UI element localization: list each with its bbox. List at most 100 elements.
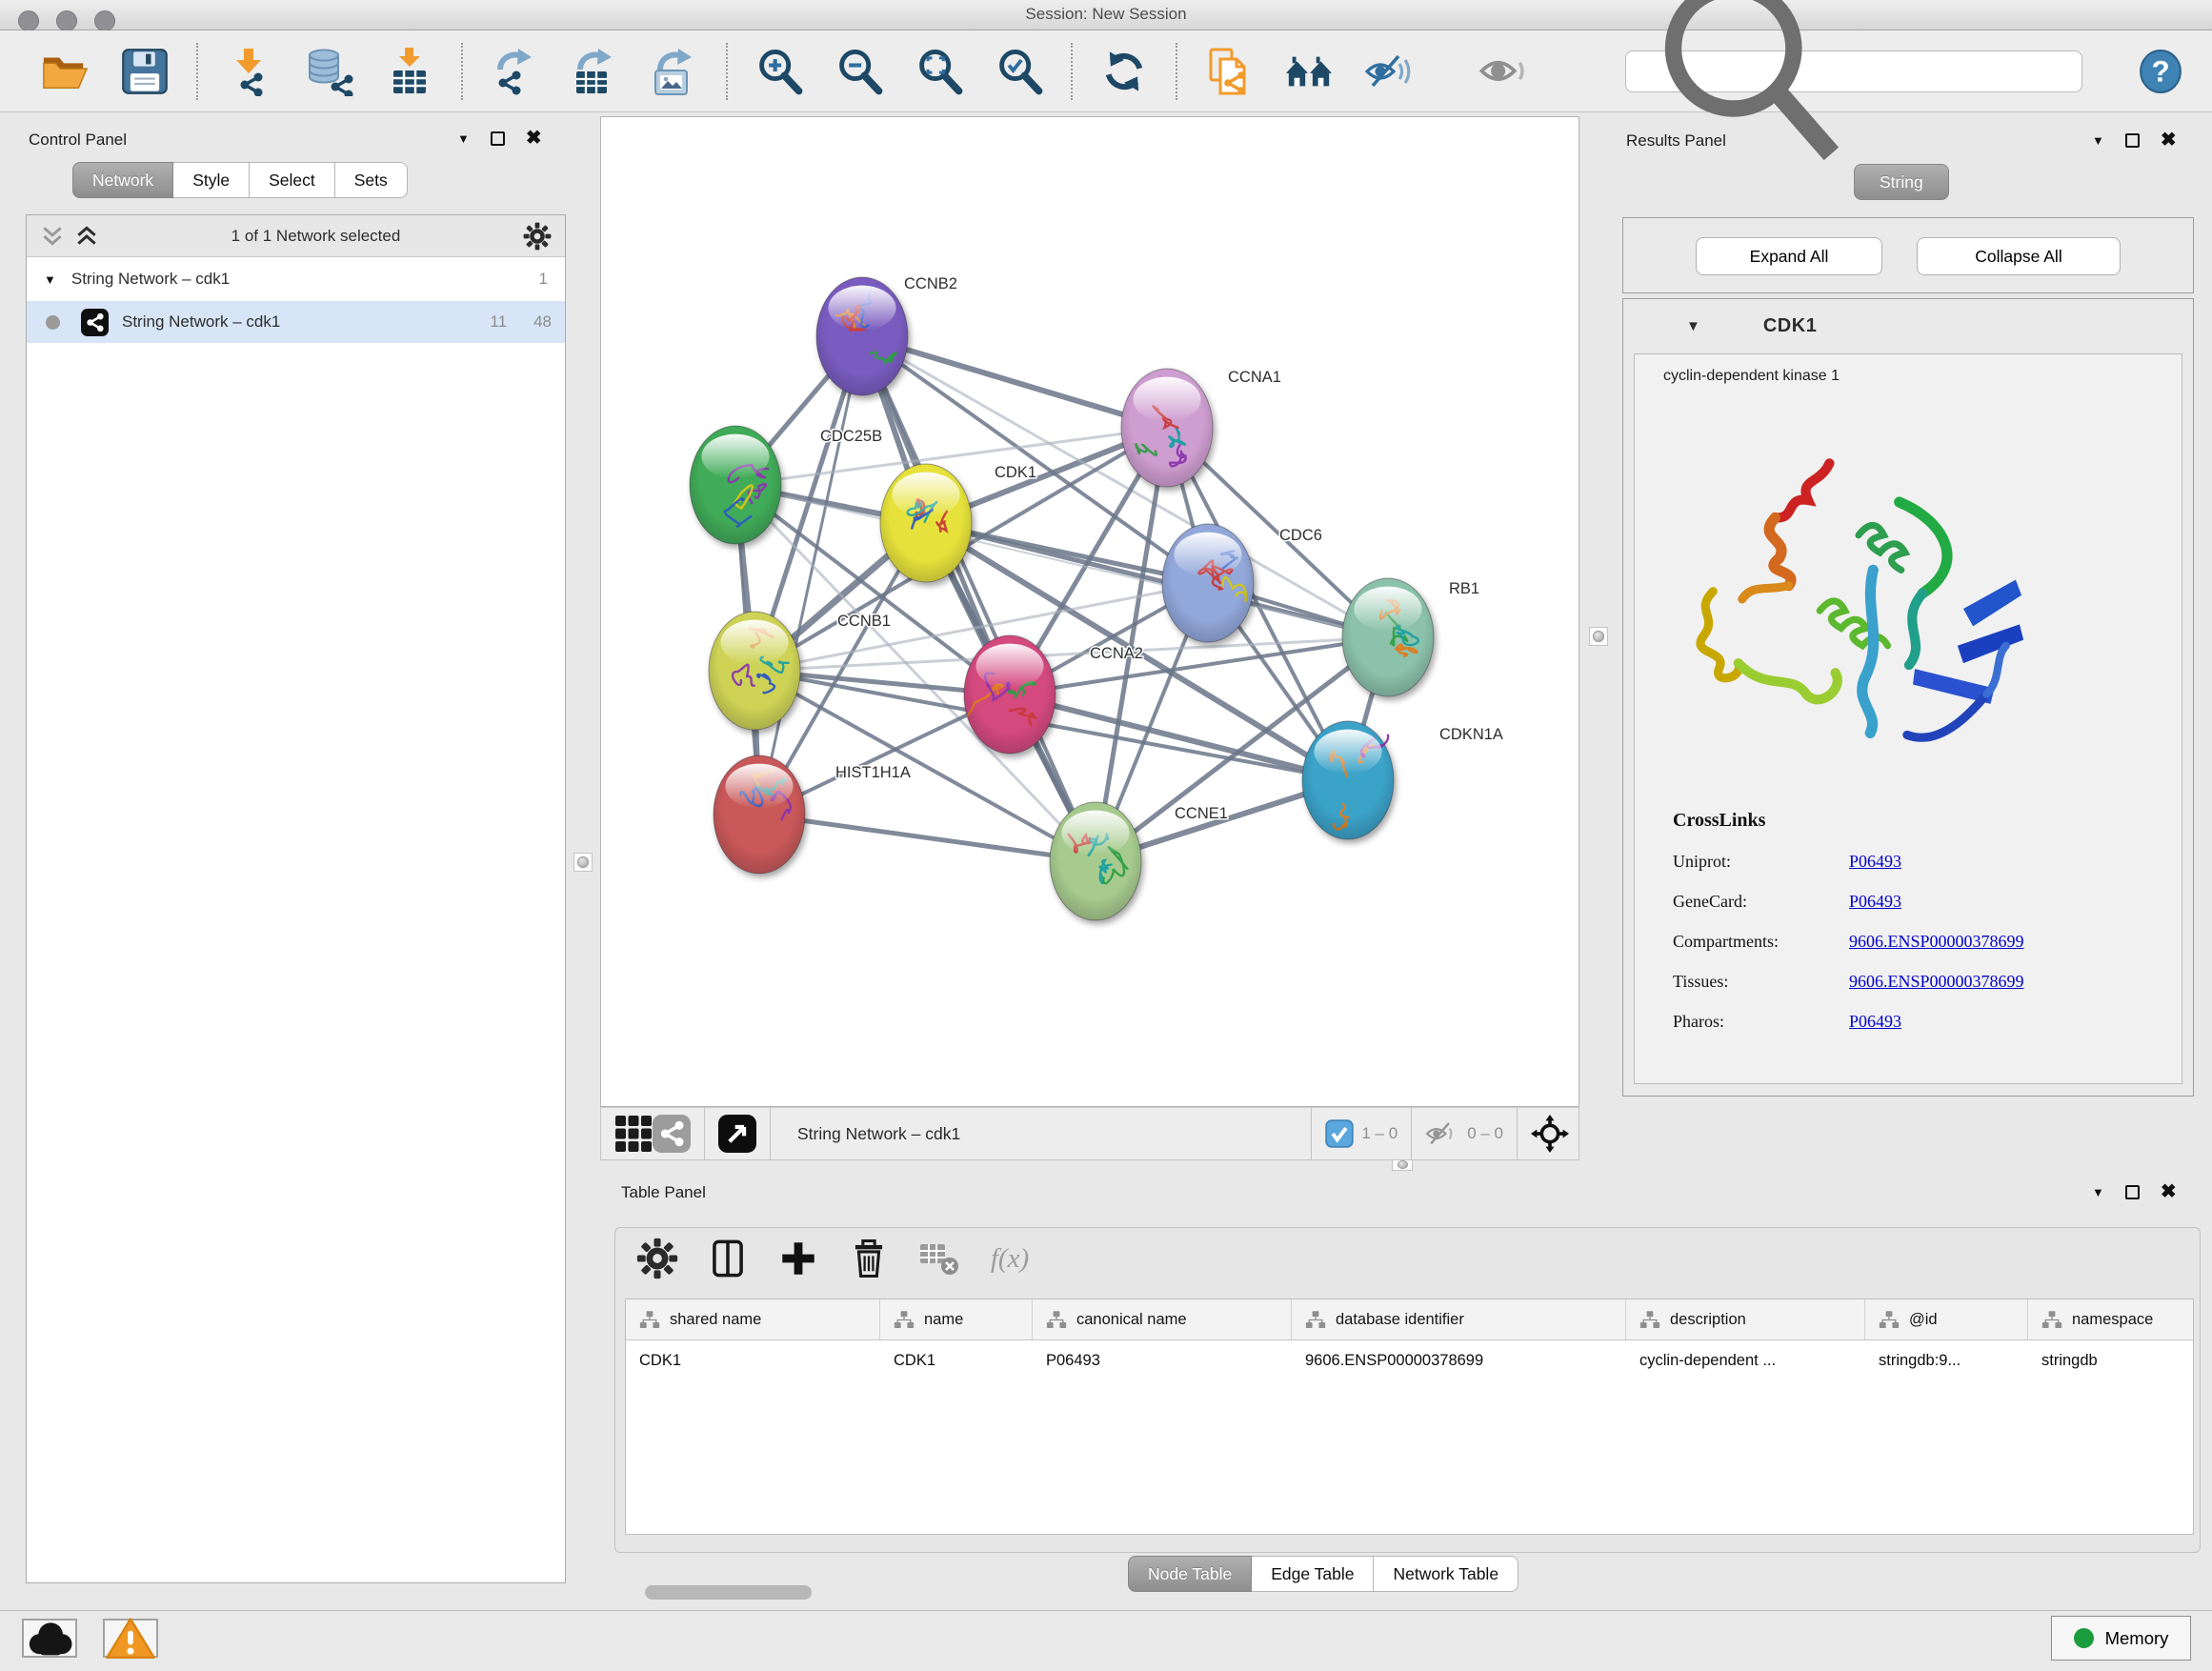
selected-checkbox-icon[interactable] — [1325, 1115, 1354, 1153]
expand-all-networks-icon[interactable] — [74, 224, 99, 249]
column-header-database-identifier[interactable]: database identifier — [1292, 1299, 1626, 1339]
hidden-eye-icon[interactable] — [1425, 1115, 1459, 1153]
network-edge-HIST1H1A-CCNE1[interactable] — [759, 815, 1096, 861]
show-columns-icon[interactable] — [707, 1238, 749, 1279]
import-database-button[interactable] — [303, 45, 356, 98]
network-collection-row[interactable]: ▼ String Network – cdk1 1 — [27, 257, 565, 301]
network-view-toolbar: String Network – cdk1 1 – 0 0 – 0 — [600, 1107, 1579, 1160]
crosslink-pharos-link[interactable]: P06493 — [1849, 1012, 1901, 1032]
search-input[interactable] — [1861, 51, 2072, 91]
tab-style[interactable]: Style — [173, 162, 250, 198]
tab-string[interactable]: String — [1854, 164, 1949, 200]
tab-network[interactable]: Network — [72, 162, 173, 198]
crosslink-uniprot-link[interactable]: P06493 — [1849, 852, 1901, 872]
protein-card-caret-icon[interactable]: ▼ — [1686, 318, 1700, 334]
hide-nodes-button[interactable] — [1362, 45, 1416, 98]
crosslink-genecard-link[interactable]: P06493 — [1849, 892, 1901, 912]
column-header-description[interactable]: description — [1626, 1299, 1865, 1339]
zoom-fit-icon — [915, 47, 964, 96]
results-panel-float-icon[interactable] — [2125, 133, 2140, 148]
warnings-button[interactable] — [103, 1619, 158, 1658]
zoom-out-button[interactable] — [833, 45, 886, 98]
table-panel-close-icon[interactable]: ✖ — [2161, 1185, 2177, 1199]
hide-nodes-icon — [1364, 47, 1414, 96]
fit-selected-crosshair-icon[interactable] — [1531, 1115, 1569, 1153]
column-header-shared-name[interactable]: shared name — [626, 1299, 880, 1339]
tab-select[interactable]: Select — [250, 162, 335, 198]
network-node-CDC6[interactable]: CDC6 — [1162, 524, 1322, 642]
results-panel-close-icon[interactable]: ✖ — [2161, 133, 2177, 148]
network-node-CDK1[interactable]: CDK1 — [880, 464, 1036, 582]
left-splitter-handle[interactable] — [573, 853, 593, 872]
column-header-name[interactable]: name — [880, 1299, 1033, 1339]
network-canvas[interactable]: CCNB2CCNA1CDC25BCDK1CDC6RB1CCNB1CCNA2CDK… — [600, 116, 1579, 1107]
memory-button[interactable]: Memory — [2051, 1616, 2191, 1661]
network-row-selected[interactable]: String Network – cdk1 11 48 — [27, 301, 565, 343]
crosslink-tissues-link[interactable]: 9606.ENSP00000378699 — [1849, 972, 2024, 992]
right-splitter-handle[interactable] — [1589, 627, 1608, 646]
network-node-label: CCNA1 — [1228, 369, 1281, 386]
zoom-fit-button[interactable] — [913, 45, 966, 98]
network-edge-CCNB2-HIST1H1A[interactable] — [759, 336, 862, 815]
network-node-CCNE1[interactable]: CCNE1 — [1050, 802, 1228, 920]
network-edge-CCNB2-CCNA1[interactable] — [862, 336, 1167, 428]
save-session-button[interactable] — [118, 45, 171, 98]
cell-description: cyclin-dependent ... — [1626, 1340, 1865, 1380]
string-homes-button[interactable] — [1282, 45, 1336, 98]
export-network-button[interactable] — [488, 45, 541, 98]
table-panel-collapse-icon[interactable]: ▼ — [2092, 1185, 2104, 1199]
import-table-button[interactable] — [383, 45, 436, 98]
collapse-all-networks-icon[interactable] — [40, 224, 65, 249]
horizontal-scrollbar[interactable] — [645, 1585, 812, 1600]
export-table-button[interactable] — [568, 45, 621, 98]
network-selected-summary: 1 of 1 Network selected — [109, 227, 523, 246]
network-node-RB1[interactable]: RB1 — [1342, 578, 1479, 696]
open-session-button[interactable] — [38, 45, 91, 98]
network-node-CDC25B[interactable]: CDC25B — [690, 426, 882, 544]
expand-all-button[interactable]: Expand All — [1696, 237, 1882, 275]
tab-network-table[interactable]: Network Table — [1374, 1556, 1518, 1592]
collapse-all-button[interactable]: Collapse All — [1917, 237, 2121, 275]
delete-column-icon[interactable] — [848, 1238, 890, 1279]
show-nodes-button[interactable] — [1477, 45, 1530, 98]
network-edge-CCNB2-CCNE1[interactable] — [862, 336, 1096, 861]
network-node-label: HIST1H1A — [835, 764, 911, 781]
network-options-gear-icon[interactable] — [523, 222, 552, 251]
network-node-CCNA1[interactable]: CCNA1 — [1121, 369, 1281, 487]
add-column-icon[interactable] — [777, 1238, 819, 1279]
network-node-CDKN1A[interactable]: CDKN1A — [1302, 721, 1503, 839]
column-header-namespace[interactable]: namespace — [2028, 1299, 2193, 1339]
export-image-button[interactable] — [648, 45, 701, 98]
control-panel-float-icon[interactable] — [491, 131, 505, 146]
table-panel-float-icon[interactable] — [2125, 1185, 2140, 1199]
network-node-HIST1H1A[interactable]: HIST1H1A — [714, 755, 911, 874]
cloud-status-button[interactable] — [22, 1619, 77, 1658]
control-panel-close-icon[interactable]: ✖ — [526, 131, 542, 146]
control-panel-collapse-icon[interactable]: ▼ — [457, 131, 470, 146]
column-header-id[interactable]: @id — [1865, 1299, 2028, 1339]
column-header-canonical-name[interactable]: canonical name — [1033, 1299, 1292, 1339]
protein-card-header[interactable]: ▼ CDK1 — [1623, 299, 2193, 352]
protein-card-body: cyclin-dependent kinase 1 — [1634, 353, 2182, 1084]
table-row[interactable]: CDK1 CDK1 P06493 9606.ENSP00000378699 cy… — [626, 1340, 2193, 1380]
refresh-button[interactable] — [1097, 45, 1151, 98]
node-table-header: shared name name canonical name database… — [626, 1299, 2193, 1340]
grid-view-icon[interactable] — [614, 1115, 653, 1153]
clone-network-button[interactable] — [1202, 45, 1256, 98]
help-button[interactable]: ? — [2138, 49, 2183, 94]
network-view-icon[interactable] — [653, 1115, 691, 1153]
results-panel-collapse-icon[interactable]: ▼ — [2092, 133, 2104, 148]
refresh-icon — [1099, 47, 1149, 96]
tab-edge-table[interactable]: Edge Table — [1252, 1556, 1374, 1592]
navigator-icon[interactable] — [718, 1115, 756, 1153]
tab-sets[interactable]: Sets — [335, 162, 408, 198]
svg-text:?: ? — [2151, 54, 2169, 88]
zoom-in-button[interactable] — [753, 45, 806, 98]
collection-caret-icon[interactable]: ▼ — [44, 272, 56, 287]
zoom-selected-button[interactable] — [993, 45, 1046, 98]
protein-description: cyclin-dependent kinase 1 — [1663, 368, 1840, 385]
table-options-gear-icon[interactable] — [636, 1238, 678, 1279]
import-network-button[interactable] — [223, 45, 276, 98]
crosslink-compartments-link[interactable]: 9606.ENSP00000378699 — [1849, 932, 2024, 952]
tab-node-table[interactable]: Node Table — [1128, 1556, 1252, 1592]
